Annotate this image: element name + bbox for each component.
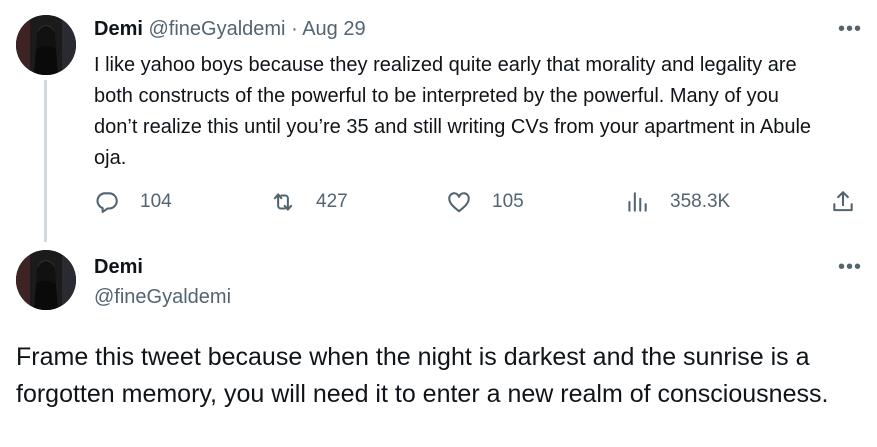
reply-count: 104	[140, 191, 172, 212]
separator-dot: ·	[291, 18, 298, 40]
retweet-count: 427	[316, 191, 348, 212]
tweet-header: Demi @fineGyaldemi · Aug 29	[94, 16, 366, 42]
avatar-image	[16, 15, 76, 75]
share-icon	[833, 191, 853, 212]
author-name[interactable]: Demi	[94, 254, 143, 280]
heart-icon	[448, 192, 470, 213]
avatar[interactable]	[16, 250, 76, 310]
views-icon	[628, 192, 647, 212]
tweet-text: I like yahoo boys because they realized …	[94, 54, 812, 169]
tweet-actions: 104 427 105 358.3K	[94, 186, 864, 218]
like-count: 105	[492, 191, 524, 212]
thread-connector	[44, 80, 47, 242]
retweet-button[interactable]: 427	[270, 186, 348, 218]
views-button[interactable]: 358.3K	[624, 186, 730, 218]
retweet-icon	[273, 193, 293, 211]
more-horizontal-icon[interactable]: •••	[838, 257, 862, 277]
author-handle[interactable]: @fineGyaldemi	[94, 284, 231, 310]
author-handle[interactable]: @fineGyaldemi	[148, 18, 285, 40]
views-count: 358.3K	[670, 191, 731, 212]
main-tweet-text: Frame this tweet because when the night …	[16, 343, 829, 408]
author-name[interactable]: Demi	[94, 18, 143, 40]
like-button[interactable]: 105	[446, 186, 524, 218]
share-button[interactable]	[830, 186, 856, 218]
more-horizontal-icon[interactable]: •••	[838, 19, 862, 39]
reply-icon	[96, 192, 118, 213]
avatar[interactable]	[16, 15, 76, 75]
reply-button[interactable]: 104	[94, 186, 172, 218]
avatar-image	[16, 250, 76, 310]
tweet-date[interactable]: Aug 29	[302, 18, 365, 40]
